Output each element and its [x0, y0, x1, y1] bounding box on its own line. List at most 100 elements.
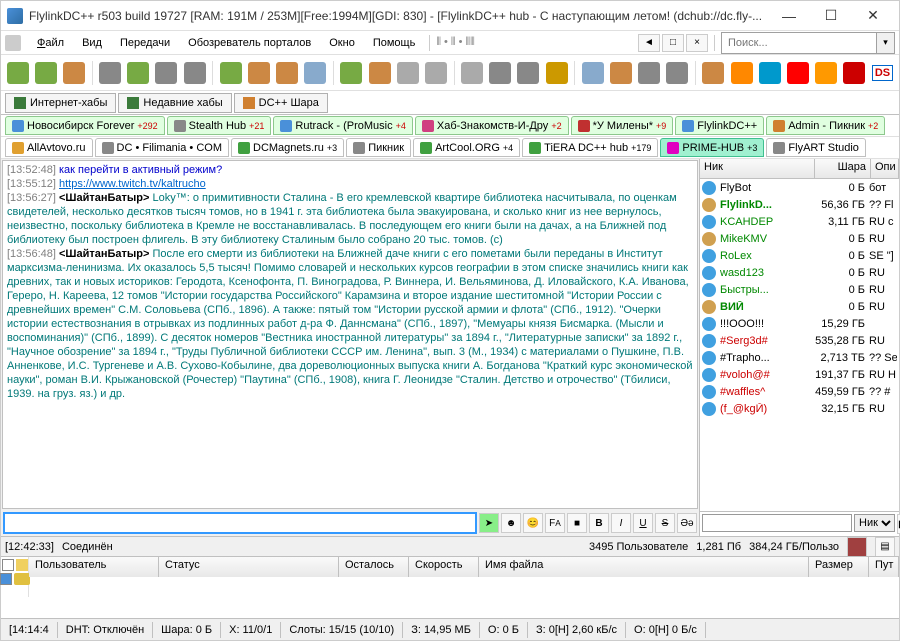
- status-icon-2[interactable]: ▤: [875, 537, 895, 557]
- user-list[interactable]: FlyBot0 БботFlylinkD...56,36 ГБ?? FlKCAH…: [700, 179, 899, 511]
- user-row[interactable]: RoLex0 БSE "]: [700, 247, 899, 264]
- user-row[interactable]: FlylinkD...56,36 ГБ?? Fl: [700, 196, 899, 213]
- hub-tab[interactable]: PRIME-HUB+3: [660, 138, 764, 157]
- toolbar-button-18[interactable]: [544, 59, 569, 87]
- toolbar-button-26[interactable]: [785, 59, 810, 87]
- minimize-button[interactable]: —: [769, 4, 809, 28]
- bold-button[interactable]: B: [589, 513, 609, 533]
- menu-transfers[interactable]: Передачи: [112, 34, 178, 52]
- user-row[interactable]: wasd1230 БRU: [700, 264, 899, 281]
- toolbar-button-21[interactable]: [636, 59, 661, 87]
- user-row[interactable]: ВИЙ0 БRU: [700, 298, 899, 315]
- user-row[interactable]: #voloh@#191,37 ГБRU Н: [700, 366, 899, 383]
- toolbar-button-24[interactable]: [729, 59, 754, 87]
- toolbar-button-16[interactable]: [488, 59, 513, 87]
- toolbar-button-9[interactable]: [275, 59, 300, 87]
- col-nick[interactable]: Ник: [700, 159, 815, 178]
- transliterate-button[interactable]: Әә: [677, 513, 697, 533]
- tcol-speed[interactable]: Скорость: [409, 557, 479, 577]
- nick-filter-select[interactable]: Ник: [854, 514, 895, 532]
- close-button[interactable]: ✕: [853, 4, 893, 28]
- hub-tab[interactable]: Хаб-Знакомств-И-Дру+2: [415, 116, 569, 135]
- hub-tab[interactable]: Admin - Пикник+2: [766, 116, 885, 135]
- italic-button[interactable]: I: [611, 513, 631, 533]
- section-tab[interactable]: Интернет-хабы: [5, 93, 116, 113]
- menu-window[interactable]: Окно: [321, 34, 363, 52]
- toolbar-button-15[interactable]: [459, 59, 484, 87]
- nick-filter-input[interactable]: [702, 514, 852, 532]
- toolbar-button-27[interactable]: [814, 59, 839, 87]
- hub-tab[interactable]: Rutrack - (ProMusic+4: [273, 116, 412, 135]
- col-share[interactable]: Шара: [815, 159, 871, 178]
- hub-tab[interactable]: FlylinkDC++: [675, 116, 764, 135]
- tcol-path[interactable]: Пут: [869, 557, 899, 577]
- toolbar-button-7[interactable]: [218, 59, 243, 87]
- hub-tab[interactable]: DCMagnets.ru+3: [231, 138, 344, 157]
- user-row[interactable]: (f_@kgЙ)32,15 ГБRU: [700, 400, 899, 417]
- user-list-header[interactable]: Ник Шара Опи: [700, 159, 899, 179]
- toolbar-button-4[interactable]: [126, 59, 151, 87]
- toolbar-button-19[interactable]: [580, 59, 605, 87]
- col-desc[interactable]: Опи: [871, 159, 899, 178]
- hub-tab[interactable]: AllAvtovo.ru: [5, 138, 93, 157]
- user-row[interactable]: !!!OOO!!!15,29 ГБ: [700, 315, 899, 332]
- toolbar-button-8[interactable]: [246, 59, 271, 87]
- folder-icon[interactable]: [16, 559, 28, 571]
- maximize-button[interactable]: ☐: [811, 4, 851, 28]
- toolbar-button-11[interactable]: [339, 59, 364, 87]
- hub-tab[interactable]: TiERA DC++ hub+179: [522, 138, 658, 157]
- toolbar-button-6[interactable]: [182, 59, 207, 87]
- hub-tab[interactable]: DC • Filimania • COM: [95, 138, 230, 157]
- toolbar-button-12[interactable]: [367, 59, 392, 87]
- user-row[interactable]: KCAHDEP3,11 ГБRU c: [700, 213, 899, 230]
- tcol-user[interactable]: Пользователь: [29, 557, 159, 577]
- user-row[interactable]: FlyBot0 Ббот: [700, 179, 899, 196]
- search-input[interactable]: [721, 32, 877, 54]
- toolbar-button-13[interactable]: [395, 59, 420, 87]
- font-button[interactable]: FA: [545, 513, 565, 533]
- menu-portals[interactable]: Обозреватель порталов: [180, 34, 319, 52]
- chat-log[interactable]: [13:52:48] как перейти в активный режим?…: [2, 160, 698, 509]
- user-row[interactable]: Быстры...0 БRU: [700, 281, 899, 298]
- chat-input[interactable]: [3, 512, 477, 534]
- toolbar-button-28[interactable]: [842, 59, 867, 87]
- send-button[interactable]: ➤: [479, 513, 499, 533]
- transfer-check-all[interactable]: [2, 559, 14, 571]
- tcol-file[interactable]: Имя файла: [479, 557, 809, 577]
- toolbar-button-5[interactable]: [154, 59, 179, 87]
- chat-link[interactable]: https://www.twitch.tv/kaltrucho: [59, 178, 206, 190]
- user-row[interactable]: #waffles^459,59 ГБ?? #: [700, 383, 899, 400]
- tcol-size[interactable]: Размер: [809, 557, 869, 577]
- color-button[interactable]: ■: [567, 513, 587, 533]
- toolbar-button-2[interactable]: [61, 59, 86, 87]
- menu-help[interactable]: Помощь: [365, 34, 424, 52]
- toolbar-button-10[interactable]: [303, 59, 328, 87]
- toolbar-button-0[interactable]: [5, 59, 30, 87]
- section-tab[interactable]: Недавние хабы: [118, 93, 231, 113]
- mdi-prev-button[interactable]: ◄: [638, 34, 660, 52]
- toolbar-button-20[interactable]: [608, 59, 633, 87]
- toolbar-button-3[interactable]: [97, 59, 122, 87]
- emote-button[interactable]: ☻: [501, 513, 521, 533]
- hub-tab[interactable]: Stealth Hub+21: [167, 116, 272, 135]
- system-icon[interactable]: [5, 35, 21, 51]
- toolbar-button-23[interactable]: [701, 59, 726, 87]
- hub-tab[interactable]: *У Милены*+9: [571, 116, 674, 135]
- transfer-body[interactable]: [29, 577, 899, 597]
- user-row[interactable]: MikeKMV0 БRU: [700, 230, 899, 247]
- section-tab[interactable]: DC++ Шара: [234, 93, 328, 113]
- user-row[interactable]: #Serg3d#535,28 ГБRU: [700, 332, 899, 349]
- toolbar-button-1[interactable]: [33, 59, 58, 87]
- transfer-check[interactable]: [0, 573, 12, 585]
- status-icon-1[interactable]: [847, 537, 867, 557]
- ds-button[interactable]: DS: [870, 59, 895, 87]
- hub-tab[interactable]: Новосибирск Forever+292: [5, 116, 165, 135]
- mdi-close-button[interactable]: ×: [686, 34, 708, 52]
- user-row[interactable]: #Trapho...2,713 ТБ?? Se: [700, 349, 899, 366]
- toolbar-button-17[interactable]: [516, 59, 541, 87]
- smiley-button[interactable]: 😊: [523, 513, 543, 533]
- transfer-header[interactable]: Пользователь Статус Осталось Скорость Им…: [29, 557, 899, 577]
- menu-file[interactable]: Файл: [29, 34, 72, 52]
- mdi-restore-button[interactable]: □: [662, 34, 684, 52]
- hub-tab[interactable]: ArtCool.ORG+4: [413, 138, 520, 157]
